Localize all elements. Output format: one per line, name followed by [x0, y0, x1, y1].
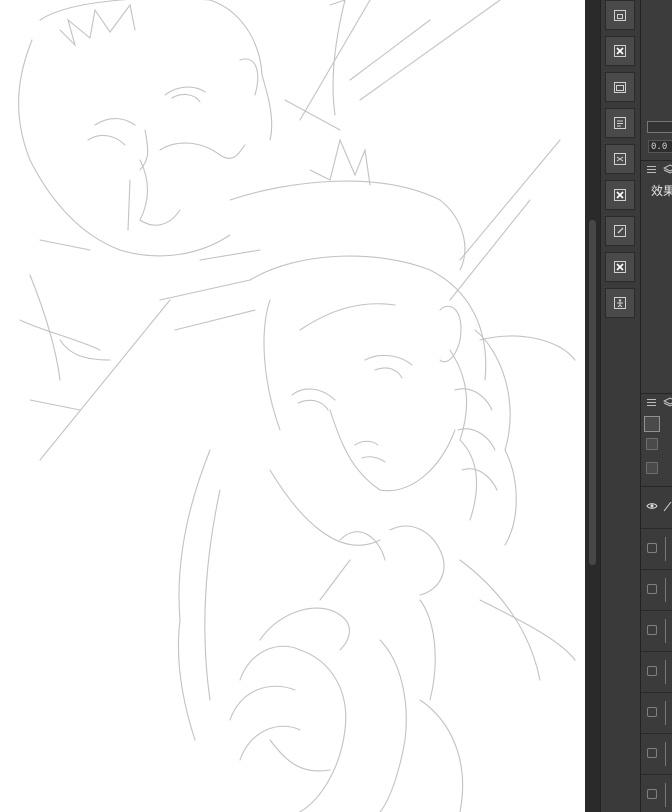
layer-thumbnail	[665, 619, 672, 643]
layer-row[interactable]	[641, 693, 672, 734]
layer-row[interactable]	[641, 775, 672, 812]
delete-icon[interactable]	[605, 180, 635, 210]
layer-stack-icon	[663, 164, 672, 174]
layer-row[interactable]	[641, 488, 672, 529]
visibility-checkbox[interactable]	[647, 584, 657, 594]
layer-thumbnail	[665, 742, 672, 766]
right-dock-panel: 0.0 效果	[640, 0, 672, 812]
property-value-field[interactable]: 0.0	[648, 140, 672, 153]
property-slider[interactable]	[647, 121, 672, 133]
merge-layer-icon[interactable]	[605, 144, 635, 174]
layer-row[interactable]	[641, 734, 672, 775]
visibility-checkbox[interactable]	[647, 666, 657, 676]
eye-icon[interactable]	[646, 502, 658, 510]
layer-copy-icon[interactable]	[605, 72, 635, 102]
visibility-checkbox[interactable]	[647, 625, 657, 635]
layer-row[interactable]	[641, 652, 672, 693]
visibility-checkbox[interactable]	[647, 748, 657, 758]
layer-row[interactable]	[641, 529, 672, 570]
layer-thumbnail	[665, 701, 672, 725]
reference-layer-icon[interactable]	[646, 462, 658, 474]
panel-divider	[641, 160, 672, 161]
panel-divider	[641, 393, 672, 394]
panel-menu-icon[interactable]	[647, 166, 656, 175]
panel-menu-icon[interactable]	[647, 399, 656, 408]
panel-divider	[641, 486, 672, 487]
layer-property-icon[interactable]	[605, 108, 635, 138]
layer-thumbnail	[665, 537, 672, 561]
layer-thumbnail	[665, 578, 672, 602]
layer-command-toolbar	[600, 0, 641, 812]
visibility-checkbox[interactable]	[647, 707, 657, 717]
effect-label: 效果	[651, 184, 672, 198]
vertical-scrollbar[interactable]	[585, 0, 600, 812]
edit-icon[interactable]	[605, 216, 635, 246]
layer-thumbnail	[665, 783, 672, 807]
scrollbar-thumb[interactable]	[589, 220, 596, 565]
delete-icon[interactable]	[605, 252, 635, 282]
delete-icon[interactable]	[605, 36, 635, 66]
new-layer-folder-icon[interactable]	[605, 0, 635, 30]
pencil-icon	[663, 501, 672, 512]
layer-row[interactable]	[641, 611, 672, 652]
layer-stack-icon	[663, 397, 672, 407]
figure-icon[interactable]	[605, 288, 635, 318]
blend-mode-button[interactable]	[644, 416, 660, 432]
visibility-checkbox[interactable]	[647, 543, 657, 553]
visibility-checkbox[interactable]	[647, 789, 657, 799]
drawing-canvas[interactable]	[0, 0, 585, 812]
layer-row[interactable]	[641, 570, 672, 611]
sketch-artwork	[18, 0, 576, 812]
clip-layer-icon[interactable]	[646, 438, 658, 450]
layer-thumbnail	[665, 660, 672, 684]
